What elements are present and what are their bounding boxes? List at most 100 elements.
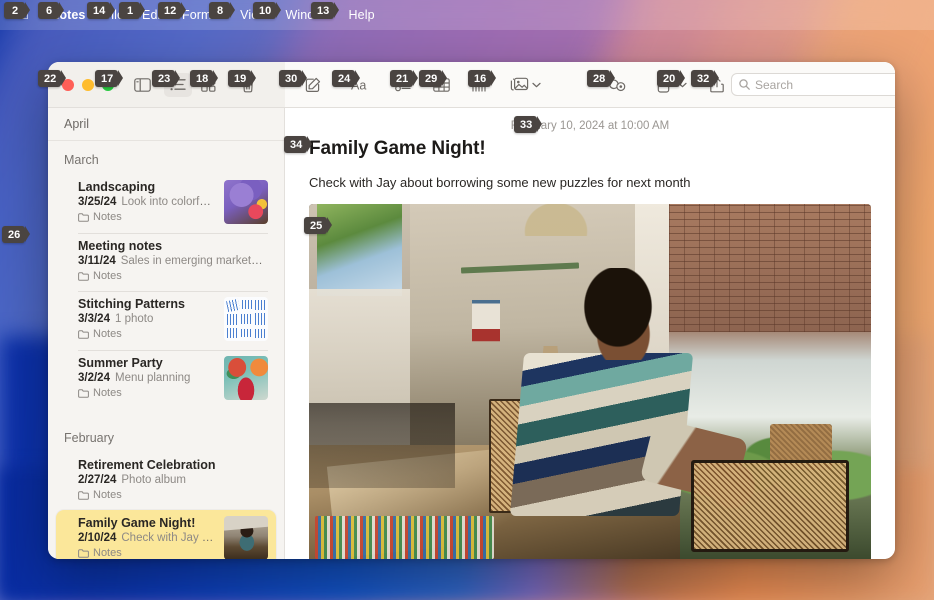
note-editor[interactable]: February 10, 2024 at 10:00 AM Family Gam…	[285, 108, 895, 559]
note-photo[interactable]	[309, 204, 871, 559]
note-snippet: Check with Jay a…	[121, 532, 216, 544]
annotation-badge-16: 16	[468, 70, 497, 87]
list-item[interactable]: Retirement Celebration 2/27/24 Photo albu…	[56, 452, 276, 510]
list-item[interactable]: Stitching Patterns 3/3/24 1 photo Notes	[56, 291, 276, 350]
note-thumbnail	[224, 180, 268, 224]
list-item[interactable]: Summer Party 3/2/24 Menu planning Notes	[56, 350, 276, 409]
folder-label: Notes	[93, 387, 122, 399]
note-folder: Notes	[78, 211, 216, 223]
annotation-badge-14: 14	[87, 2, 116, 19]
folder-icon	[78, 388, 89, 398]
note-title: Landscaping	[78, 180, 156, 194]
note-subtitle: 3/3/24 1 photo	[78, 313, 216, 325]
note-body-text[interactable]: Check with Jay about borrowing some new …	[285, 160, 895, 204]
note-title: Stitching Patterns	[78, 297, 185, 311]
note-folder: Notes	[78, 489, 268, 501]
note-snippet: Menu planning	[114, 372, 191, 384]
note-folder: Notes	[78, 270, 268, 282]
note-subtitle: 3/11/24 Sales in emerging markets…	[78, 255, 268, 267]
annotation-badge-28: 28	[587, 70, 616, 87]
page-title[interactable]: Family Game Night!	[285, 138, 895, 160]
annotation-badge-19: 19	[228, 70, 257, 87]
annotation-badge-23: 23	[152, 70, 181, 87]
notes-group-header-april: April	[48, 108, 284, 141]
notes-list-scroll: April March Landscaping 3/25/24 Look into…	[48, 108, 284, 559]
notes-list-panel[interactable]: April March Landscaping 3/25/24 Look into…	[48, 108, 285, 559]
folder-icon	[78, 548, 89, 558]
notes-group-header-march: March	[64, 153, 99, 167]
note-date: 2/27/24	[78, 474, 117, 486]
folder-label: Notes	[93, 270, 122, 282]
annotation-badge-30: 30	[279, 70, 308, 87]
annotation-badge-26: 26	[2, 226, 31, 243]
note-date: 3/25/24	[78, 196, 117, 208]
note-title: Summer Party	[78, 356, 163, 370]
folder-icon	[78, 271, 89, 281]
note-item-content: Landscaping 3/25/24 Look into colorfu… No…	[78, 180, 216, 223]
annotation-badge-33: 33	[514, 116, 543, 133]
note-subtitle: 3/2/24 Menu planning	[78, 372, 216, 384]
note-subtitle: 2/10/24 Check with Jay a…	[78, 532, 216, 544]
search-input[interactable]: Search	[731, 73, 895, 96]
chevron-down-icon[interactable]	[532, 82, 541, 88]
list-item[interactable]: Landscaping 3/25/24 Look into colorfu… No…	[56, 174, 276, 233]
note-thumbnail	[224, 356, 268, 400]
folder-icon	[78, 490, 89, 500]
note-title: Family Game Night!	[78, 516, 196, 530]
annotation-badge-34: 34	[284, 136, 313, 153]
note-item-content: Meeting notes 3/11/24 Sales in emerging m…	[78, 239, 268, 282]
note-timestamp: February 10, 2024 at 10:00 AM	[510, 120, 670, 132]
annotation-badge-25: 25	[304, 217, 333, 234]
folder-icon	[78, 212, 89, 222]
list-item-selected[interactable]: Family Game Night! 2/10/24 Check with Jay…	[56, 510, 276, 559]
folder-label: Notes	[93, 547, 122, 559]
list-item[interactable]: Meeting notes 3/11/24 Sales in emerging m…	[56, 233, 276, 291]
annotation-badge-24: 24	[332, 70, 361, 87]
note-subtitle: 2/27/24 Photo album	[78, 474, 268, 486]
annotation-badge-20: 20	[657, 70, 686, 87]
note-date: 2/10/24	[78, 532, 117, 544]
note-snippet: 1 photo	[114, 313, 154, 325]
note-date: 3/3/24	[78, 313, 110, 325]
annotation-badge-2: 2	[4, 2, 30, 19]
note-title: Retirement Celebration	[78, 458, 216, 472]
annotation-badge-22: 22	[38, 70, 67, 87]
annotation-badge-10: 10	[253, 2, 282, 19]
annotation-badge-13: 13	[311, 2, 340, 19]
note-snippet: Photo album	[121, 474, 186, 486]
note-item-content: Summer Party 3/2/24 Menu planning Notes	[78, 356, 216, 399]
minimize-button[interactable]	[82, 78, 94, 91]
note-thumbnail	[224, 516, 268, 559]
annotation-badge-1: 1	[119, 2, 145, 19]
notes-group-header-february: February	[64, 431, 115, 445]
notes-window: Aa	[48, 62, 895, 559]
media-icon[interactable]	[507, 73, 531, 97]
search-placeholder: Search	[755, 77, 794, 92]
annotation-badge-18: 18	[190, 70, 219, 87]
menu-item-help[interactable]: Help	[340, 8, 384, 22]
note-folder: Notes	[78, 387, 216, 399]
folder-label: Notes	[93, 489, 122, 501]
window-body: April March Landscaping 3/25/24 Look into…	[48, 108, 895, 559]
folder-label: Notes	[93, 211, 122, 223]
annotation-badge-21: 21	[390, 70, 419, 87]
annotation-badge-29: 29	[419, 70, 448, 87]
note-snippet: Sales in emerging markets…	[120, 255, 268, 267]
note-item-content: Retirement Celebration 2/27/24 Photo albu…	[78, 458, 268, 501]
note-title: Meeting notes	[78, 239, 163, 253]
note-snippet: Look into colorfu…	[121, 196, 216, 208]
annotation-badge-8: 8	[209, 2, 235, 19]
annotation-badge-32: 32	[691, 70, 720, 87]
note-folder: Notes	[78, 547, 216, 559]
note-item-content: Family Game Night! 2/10/24 Check with Jay…	[78, 516, 216, 559]
annotation-badge-17: 17	[95, 70, 124, 87]
note-item-content: Stitching Patterns 3/3/24 1 photo Notes	[78, 297, 216, 340]
note-date: 3/11/24	[78, 255, 116, 267]
annotation-badge-6: 6	[38, 2, 64, 19]
annotation-badge-12: 12	[158, 2, 187, 19]
folder-label: Notes	[93, 328, 122, 340]
note-date: 3/2/24	[78, 372, 110, 384]
search-icon	[739, 79, 750, 90]
folder-icon	[78, 329, 89, 339]
note-folder: Notes	[78, 328, 216, 340]
